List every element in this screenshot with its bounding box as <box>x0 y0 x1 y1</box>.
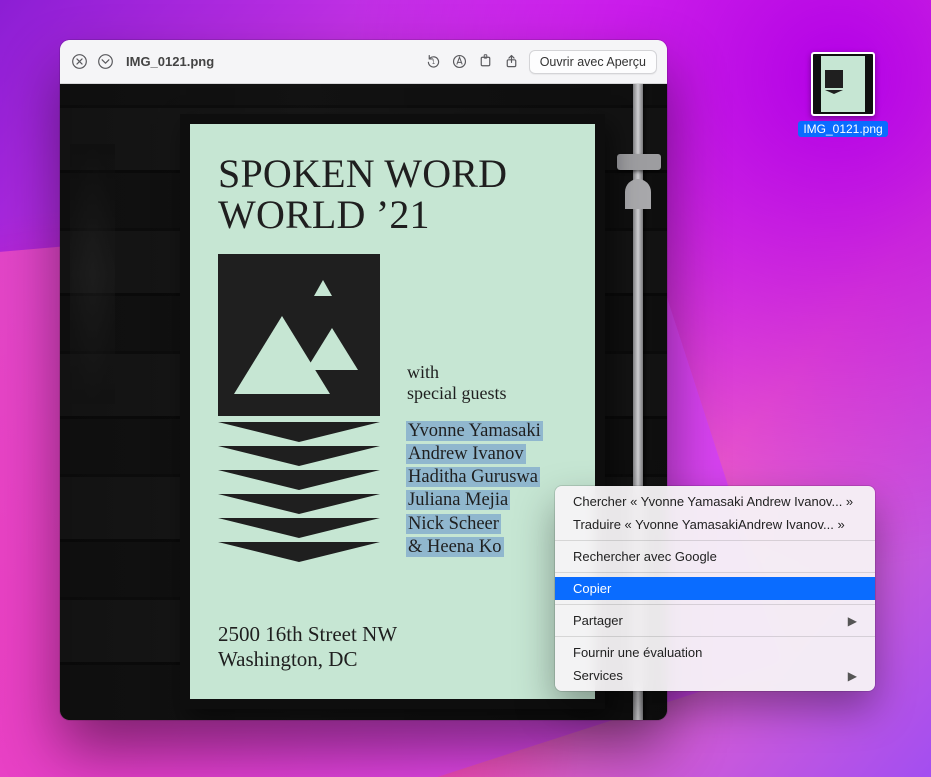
poster-title-l2: WORLD ’21 <box>218 192 430 237</box>
poster-venue: 2500 16th Street NW Washington, DC <box>218 622 397 673</box>
ctx-share[interactable]: Partager ▶ <box>555 609 875 632</box>
ctx-services[interactable]: Services ▶ <box>555 664 875 687</box>
poster-logo <box>218 254 380 416</box>
poster-guests: Yvonne Yamasaki Andrew Ivanov Haditha Gu… <box>406 420 543 559</box>
poster-title: SPOKEN WORD WORLD ’21 <box>218 154 569 236</box>
poster-ripples <box>218 422 380 566</box>
ctx-sep <box>555 604 875 605</box>
poster-subhead: with special guests <box>407 362 506 404</box>
open-with-button[interactable]: Ouvrir avec Aperçu <box>529 50 657 74</box>
ctx-feedback[interactable]: Fournir une évaluation <box>555 641 875 664</box>
window-icon <box>96 53 114 71</box>
svg-text:1: 1 <box>432 60 436 66</box>
file-thumbnail <box>811 52 875 116</box>
ctx-translate[interactable]: Traduire « Yvonne YamasakiAndrew Ivanov.… <box>555 513 875 536</box>
context-menu: Chercher « Yvonne Yamasaki Andrew Ivanov… <box>555 486 875 691</box>
ctx-sep <box>555 636 875 637</box>
ctx-copy[interactable]: Copier <box>555 577 875 600</box>
window-titlebar: IMG_0121.png 1 Ouvrir avec Aperçu <box>60 40 667 84</box>
window-filename: IMG_0121.png <box>126 54 214 69</box>
trim-icon[interactable] <box>477 53 495 71</box>
file-label: IMG_0121.png <box>798 121 887 137</box>
markup-icon[interactable] <box>451 53 469 71</box>
desktop-file-icon[interactable]: IMG_0121.png <box>803 52 883 137</box>
ctx-sep <box>555 572 875 573</box>
ctx-search[interactable]: Chercher « Yvonne Yamasaki Andrew Ivanov… <box>555 490 875 513</box>
chevron-right-icon: ▶ <box>848 614 857 628</box>
close-icon[interactable] <box>70 53 88 71</box>
poster-title-l1: SPOKEN WORD <box>218 151 507 196</box>
share-icon[interactable] <box>503 53 521 71</box>
rotate-icon[interactable]: 1 <box>425 53 443 71</box>
poster-content: SPOKEN WORD WORLD ’21 with special guest… <box>190 124 595 699</box>
poster-frame: SPOKEN WORD WORLD ’21 with special guest… <box>180 114 605 709</box>
ctx-google[interactable]: Rechercher avec Google <box>555 545 875 568</box>
chevron-right-icon: ▶ <box>848 669 857 683</box>
ctx-sep <box>555 540 875 541</box>
